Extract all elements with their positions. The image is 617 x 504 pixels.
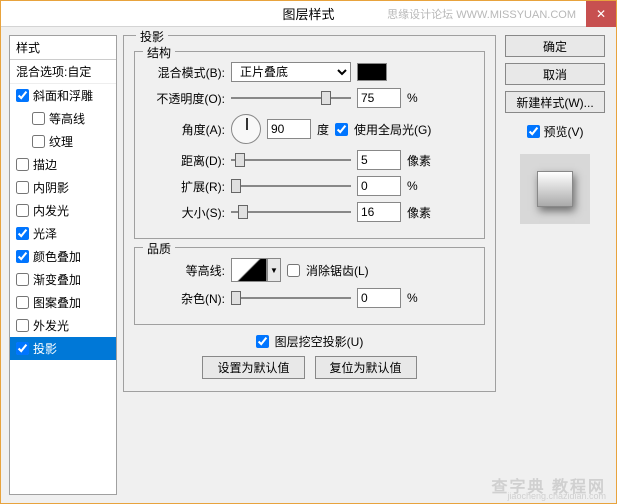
antialias-label: 消除锯齿(L) bbox=[306, 262, 369, 279]
sidebar-item-6[interactable]: 光泽 bbox=[10, 222, 116, 245]
sidebar-item-9[interactable]: 图案叠加 bbox=[10, 291, 116, 314]
blend-options-item[interactable]: 混合选项:自定 bbox=[10, 60, 116, 84]
noise-label: 杂色(N): bbox=[145, 290, 225, 307]
structure-group: 结构 混合模式(B): 正片叠底 不透明度(O): % bbox=[134, 51, 485, 239]
sidebar-checkbox-1[interactable] bbox=[32, 112, 45, 125]
preview-thumbnail bbox=[520, 154, 590, 224]
sidebar-item-10[interactable]: 外发光 bbox=[10, 314, 116, 337]
knockout-label: 图层挖空投影(U) bbox=[275, 333, 364, 350]
sidebar-item-label: 纹理 bbox=[49, 133, 73, 150]
close-icon: ✕ bbox=[596, 7, 606, 21]
contour-dropdown-icon[interactable]: ▼ bbox=[267, 258, 281, 282]
new-style-button[interactable]: 新建样式(W)... bbox=[505, 91, 605, 113]
noise-unit: % bbox=[407, 291, 418, 305]
noise-slider[interactable] bbox=[231, 290, 351, 306]
quality-group: 品质 等高线: ▼ 消除锯齿(L) 杂色(N): bbox=[134, 247, 485, 325]
section-title: 投影 bbox=[136, 28, 168, 45]
sidebar-item-label: 内阴影 bbox=[33, 179, 69, 196]
sidebar-checkbox-4[interactable] bbox=[16, 181, 29, 194]
sidebar-item-label: 描边 bbox=[33, 156, 57, 173]
size-label: 大小(S): bbox=[145, 204, 225, 221]
sidebar-checkbox-2[interactable] bbox=[32, 135, 45, 148]
sidebar-checkbox-3[interactable] bbox=[16, 158, 29, 171]
size-input[interactable] bbox=[357, 202, 401, 222]
layer-style-dialog: 图层样式 思缘设计论坛 WWW.MISSYUAN.COM ✕ 样式 混合选项:自… bbox=[0, 0, 617, 504]
contour-label: 等高线: bbox=[145, 262, 225, 279]
set-default-button[interactable]: 设置为默认值 bbox=[202, 356, 304, 379]
shadow-color-swatch[interactable] bbox=[357, 63, 387, 81]
sidebar-checkbox-8[interactable] bbox=[16, 273, 29, 286]
global-light-label: 使用全局光(G) bbox=[354, 121, 431, 138]
preview-label: 预览(V) bbox=[544, 123, 584, 140]
sidebar-item-label: 投影 bbox=[33, 340, 57, 357]
window-title: 图层样式 bbox=[282, 4, 334, 23]
spread-input[interactable] bbox=[357, 176, 401, 196]
sidebar-item-2[interactable]: 纹理 bbox=[10, 130, 116, 153]
sidebar-checkbox-11[interactable] bbox=[16, 342, 29, 355]
spread-slider[interactable] bbox=[231, 178, 351, 194]
opacity-label: 不透明度(O): bbox=[145, 90, 225, 107]
drop-shadow-section: 投影 结构 混合模式(B): 正片叠底 不透明度(O): bbox=[123, 35, 496, 392]
size-slider[interactable] bbox=[231, 204, 351, 220]
sidebar-item-11[interactable]: 投影 bbox=[10, 337, 116, 360]
angle-input[interactable] bbox=[267, 119, 311, 139]
sidebar-header: 样式 bbox=[10, 36, 116, 60]
sidebar-item-label: 等高线 bbox=[49, 110, 85, 127]
antialias-checkbox[interactable] bbox=[287, 264, 300, 277]
noise-input[interactable] bbox=[357, 288, 401, 308]
sidebar-item-label: 斜面和浮雕 bbox=[33, 87, 93, 104]
angle-label: 角度(A): bbox=[145, 121, 225, 138]
reset-default-button[interactable]: 复位为默认值 bbox=[315, 356, 417, 379]
sidebar-item-label: 图案叠加 bbox=[33, 294, 81, 311]
sidebar-item-label: 内发光 bbox=[33, 202, 69, 219]
right-panel: 确定 取消 新建样式(W)... 预览(V) bbox=[502, 35, 608, 495]
sidebar-checkbox-6[interactable] bbox=[16, 227, 29, 240]
quality-title: 品质 bbox=[143, 240, 175, 257]
sidebar-item-label: 渐变叠加 bbox=[33, 271, 81, 288]
contour-picker[interactable] bbox=[231, 258, 267, 282]
structure-title: 结构 bbox=[143, 44, 175, 61]
spread-unit: % bbox=[407, 179, 418, 193]
spread-label: 扩展(R): bbox=[145, 178, 225, 195]
sidebar-item-4[interactable]: 内阴影 bbox=[10, 176, 116, 199]
global-light-checkbox[interactable] bbox=[335, 123, 348, 136]
sidebar-item-8[interactable]: 渐变叠加 bbox=[10, 268, 116, 291]
sidebar-checkbox-9[interactable] bbox=[16, 296, 29, 309]
distance-input[interactable] bbox=[357, 150, 401, 170]
content: 样式 混合选项:自定 斜面和浮雕等高线纹理描边内阴影内发光光泽颜色叠加渐变叠加图… bbox=[1, 27, 616, 503]
sidebar-checkbox-10[interactable] bbox=[16, 319, 29, 332]
preview-inner bbox=[537, 171, 573, 207]
sidebar-checkbox-5[interactable] bbox=[16, 204, 29, 217]
sidebar-item-0[interactable]: 斜面和浮雕 bbox=[10, 84, 116, 107]
angle-unit: 度 bbox=[317, 121, 329, 138]
titlebar: 图层样式 思缘设计论坛 WWW.MISSYUAN.COM ✕ bbox=[1, 1, 616, 27]
sidebar-item-label: 颜色叠加 bbox=[33, 248, 81, 265]
distance-unit: 像素 bbox=[407, 152, 431, 169]
main-panel: 投影 结构 混合模式(B): 正片叠底 不透明度(O): bbox=[123, 35, 496, 495]
sidebar-item-label: 外发光 bbox=[33, 317, 69, 334]
cancel-button[interactable]: 取消 bbox=[505, 63, 605, 85]
sidebar-item-7[interactable]: 颜色叠加 bbox=[10, 245, 116, 268]
sidebar-item-1[interactable]: 等高线 bbox=[10, 107, 116, 130]
styles-sidebar: 样式 混合选项:自定 斜面和浮雕等高线纹理描边内阴影内发光光泽颜色叠加渐变叠加图… bbox=[9, 35, 117, 495]
opacity-input[interactable] bbox=[357, 88, 401, 108]
ok-button[interactable]: 确定 bbox=[505, 35, 605, 57]
sidebar-item-5[interactable]: 内发光 bbox=[10, 199, 116, 222]
angle-dial[interactable] bbox=[231, 114, 261, 144]
blend-mode-label: 混合模式(B): bbox=[145, 64, 225, 81]
knockout-checkbox[interactable] bbox=[256, 335, 269, 348]
sidebar-checkbox-7[interactable] bbox=[16, 250, 29, 263]
watermark-text: 思缘设计论坛 WWW.MISSYUAN.COM bbox=[387, 6, 576, 22]
close-button[interactable]: ✕ bbox=[586, 1, 616, 27]
distance-label: 距离(D): bbox=[145, 152, 225, 169]
sidebar-item-label: 光泽 bbox=[33, 225, 57, 242]
distance-slider[interactable] bbox=[231, 152, 351, 168]
opacity-unit: % bbox=[407, 91, 418, 105]
sidebar-checkbox-0[interactable] bbox=[16, 89, 29, 102]
opacity-slider[interactable] bbox=[231, 90, 351, 106]
blend-mode-select[interactable]: 正片叠底 bbox=[231, 62, 351, 82]
size-unit: 像素 bbox=[407, 204, 431, 221]
preview-checkbox[interactable] bbox=[527, 125, 540, 138]
sidebar-item-3[interactable]: 描边 bbox=[10, 153, 116, 176]
